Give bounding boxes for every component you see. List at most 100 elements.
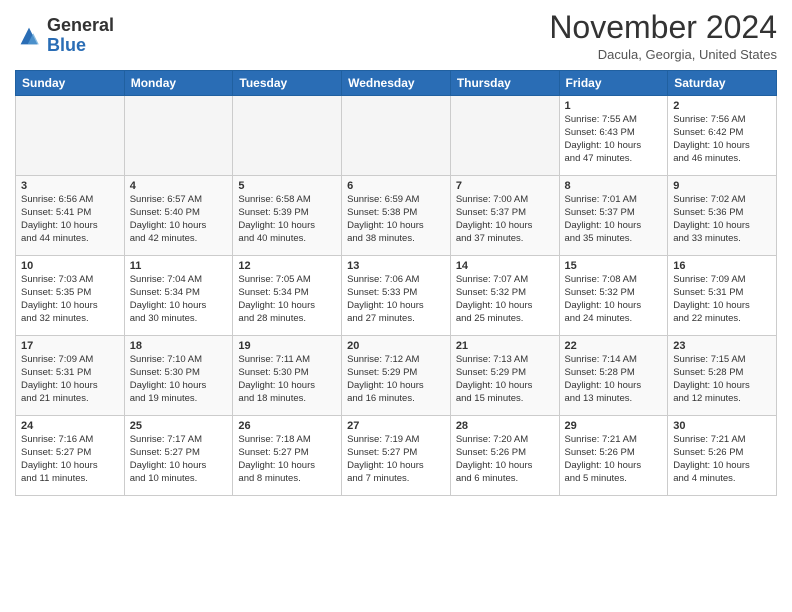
day-cell-1: 1Sunrise: 7:55 AM Sunset: 6:43 PM Daylig… [559, 96, 668, 176]
day-number: 16 [673, 260, 771, 272]
day-number: 15 [565, 260, 663, 272]
day-cell-20: 20Sunrise: 7:12 AM Sunset: 5:29 PM Dayli… [342, 336, 451, 416]
day-cell-12: 12 Sunrise: 7:05 AM Sunset: 5:34 PM Dayli… [233, 256, 342, 336]
day-number: 1 [565, 100, 663, 112]
day-cell-23: 23Sunrise: 7:15 AM Sunset: 5:28 PM Dayli… [668, 336, 777, 416]
location: Dacula, Georgia, United States [549, 47, 777, 62]
day-number: 11 [130, 260, 228, 272]
week-row-4: 17 Sunrise: 7:09 AM Sunset: 5:31 PM Dayli… [16, 336, 777, 416]
day-number: 5 [238, 180, 336, 192]
day-info: Sunrise: 7:13 AM Sunset: 5:29 PM Dayligh… [456, 354, 554, 405]
day-number: 26 [238, 420, 336, 432]
logo-general: General [47, 15, 114, 35]
day-info: Sunrise: 7:04 AM Sunset: 5:34 PM Dayligh… [130, 274, 228, 325]
day-cell-22: 22Sunrise: 7:14 AM Sunset: 5:28 PM Dayli… [559, 336, 668, 416]
day-info: Sunrise: 7:21 AM Sunset: 5:26 PM Dayligh… [673, 434, 771, 485]
day-cell-6: 6 Sunrise: 6:59 AM Sunset: 5:38 PM Daylig… [342, 176, 451, 256]
day-cell-21: 21 Sunrise: 7:13 AM Sunset: 5:29 PM Dayli… [450, 336, 559, 416]
day-info: Sunrise: 7:21 AM Sunset: 5:26 PM Dayligh… [565, 434, 663, 485]
weekday-wednesday: Wednesday [342, 71, 451, 96]
day-number: 6 [347, 180, 445, 192]
weekday-header-row: SundayMondayTuesdayWednesdayThursdayFrid… [16, 71, 777, 96]
day-number: 13 [347, 260, 445, 272]
day-cell-18: 18 Sunrise: 7:10 AM Sunset: 5:30 PM Dayli… [124, 336, 233, 416]
day-number: 17 [21, 340, 119, 352]
day-cell-7: 7Sunrise: 7:00 AM Sunset: 5:37 PM Daylig… [450, 176, 559, 256]
day-cell-5: 5Sunrise: 6:58 AM Sunset: 5:39 PM Daylig… [233, 176, 342, 256]
day-info: Sunrise: 7:03 AM Sunset: 5:35 PM Dayligh… [21, 274, 119, 325]
day-info: Sunrise: 7:20 AM Sunset: 5:26 PM Dayligh… [456, 434, 554, 485]
logo-blue: Blue [47, 35, 86, 55]
day-info: Sunrise: 7:05 AM Sunset: 5:34 PM Dayligh… [238, 274, 336, 325]
day-cell-8: 8 Sunrise: 7:01 AM Sunset: 5:37 PM Daylig… [559, 176, 668, 256]
day-info: Sunrise: 7:02 AM Sunset: 5:36 PM Dayligh… [673, 194, 771, 245]
day-number: 14 [456, 260, 554, 272]
day-cell-10: 10 Sunrise: 7:03 AM Sunset: 5:35 PM Dayli… [16, 256, 125, 336]
empty-cell [233, 96, 342, 176]
day-info: Sunrise: 7:10 AM Sunset: 5:30 PM Dayligh… [130, 354, 228, 405]
week-row-2: 3 Sunrise: 6:56 AM Sunset: 5:41 PM Daylig… [16, 176, 777, 256]
day-cell-13: 13 Sunrise: 7:06 AM Sunset: 5:33 PM Dayli… [342, 256, 451, 336]
day-number: 2 [673, 100, 771, 112]
day-number: 29 [565, 420, 663, 432]
day-info: Sunrise: 6:56 AM Sunset: 5:41 PM Dayligh… [21, 194, 119, 245]
day-info: Sunrise: 7:01 AM Sunset: 5:37 PM Dayligh… [565, 194, 663, 245]
header: General Blue November 2024 Dacula, Georg… [15, 10, 777, 62]
logo: General Blue [15, 16, 114, 56]
month-title: November 2024 [549, 10, 777, 45]
day-info: Sunrise: 6:57 AM Sunset: 5:40 PM Dayligh… [130, 194, 228, 245]
day-cell-19: 19 Sunrise: 7:11 AM Sunset: 5:30 PM Dayli… [233, 336, 342, 416]
page: General Blue November 2024 Dacula, Georg… [0, 0, 792, 612]
day-info: Sunrise: 7:08 AM Sunset: 5:32 PM Dayligh… [565, 274, 663, 325]
logo-text: General Blue [47, 16, 114, 56]
day-info: Sunrise: 7:09 AM Sunset: 5:31 PM Dayligh… [21, 354, 119, 405]
day-info: Sunrise: 7:19 AM Sunset: 5:27 PM Dayligh… [347, 434, 445, 485]
day-number: 10 [21, 260, 119, 272]
day-cell-27: 27 Sunrise: 7:19 AM Sunset: 5:27 PM Dayli… [342, 416, 451, 496]
day-info: Sunrise: 7:12 AM Sunset: 5:29 PM Dayligh… [347, 354, 445, 405]
day-info: Sunrise: 7:09 AM Sunset: 5:31 PM Dayligh… [673, 274, 771, 325]
day-number: 27 [347, 420, 445, 432]
day-cell-15: 15 Sunrise: 7:08 AM Sunset: 5:32 PM Dayli… [559, 256, 668, 336]
weekday-friday: Friday [559, 71, 668, 96]
day-number: 21 [456, 340, 554, 352]
day-number: 12 [238, 260, 336, 272]
day-cell-11: 11 Sunrise: 7:04 AM Sunset: 5:34 PM Dayli… [124, 256, 233, 336]
day-cell-24: 24 Sunrise: 7:16 AM Sunset: 5:27 PM Dayli… [16, 416, 125, 496]
day-number: 30 [673, 420, 771, 432]
day-info: Sunrise: 7:18 AM Sunset: 5:27 PM Dayligh… [238, 434, 336, 485]
empty-cell [450, 96, 559, 176]
logo-icon [15, 22, 43, 50]
day-number: 8 [565, 180, 663, 192]
day-info: Sunrise: 7:00 AM Sunset: 5:37 PM Dayligh… [456, 194, 554, 245]
day-number: 3 [21, 180, 119, 192]
day-info: Sunrise: 7:17 AM Sunset: 5:27 PM Dayligh… [130, 434, 228, 485]
day-cell-9: 9Sunrise: 7:02 AM Sunset: 5:36 PM Daylig… [668, 176, 777, 256]
day-cell-4: 4Sunrise: 6:57 AM Sunset: 5:40 PM Daylig… [124, 176, 233, 256]
day-info: Sunrise: 7:06 AM Sunset: 5:33 PM Dayligh… [347, 274, 445, 325]
day-number: 19 [238, 340, 336, 352]
empty-cell [16, 96, 125, 176]
day-number: 18 [130, 340, 228, 352]
week-row-1: 1Sunrise: 7:55 AM Sunset: 6:43 PM Daylig… [16, 96, 777, 176]
day-cell-14: 14Sunrise: 7:07 AM Sunset: 5:32 PM Dayli… [450, 256, 559, 336]
day-cell-25: 25Sunrise: 7:17 AM Sunset: 5:27 PM Dayli… [124, 416, 233, 496]
title-block: November 2024 Dacula, Georgia, United St… [549, 10, 777, 62]
day-info: Sunrise: 6:59 AM Sunset: 5:38 PM Dayligh… [347, 194, 445, 245]
day-cell-17: 17 Sunrise: 7:09 AM Sunset: 5:31 PM Dayli… [16, 336, 125, 416]
day-info: Sunrise: 7:11 AM Sunset: 5:30 PM Dayligh… [238, 354, 336, 405]
day-info: Sunrise: 7:15 AM Sunset: 5:28 PM Dayligh… [673, 354, 771, 405]
empty-cell [124, 96, 233, 176]
day-number: 22 [565, 340, 663, 352]
day-cell-16: 16 Sunrise: 7:09 AM Sunset: 5:31 PM Dayli… [668, 256, 777, 336]
day-cell-29: 29 Sunrise: 7:21 AM Sunset: 5:26 PM Dayli… [559, 416, 668, 496]
day-cell-28: 28Sunrise: 7:20 AM Sunset: 5:26 PM Dayli… [450, 416, 559, 496]
weekday-saturday: Saturday [668, 71, 777, 96]
day-cell-26: 26 Sunrise: 7:18 AM Sunset: 5:27 PM Dayli… [233, 416, 342, 496]
day-info: Sunrise: 7:16 AM Sunset: 5:27 PM Dayligh… [21, 434, 119, 485]
weekday-sunday: Sunday [16, 71, 125, 96]
day-cell-30: 30 Sunrise: 7:21 AM Sunset: 5:26 PM Dayli… [668, 416, 777, 496]
day-info: Sunrise: 7:56 AM Sunset: 6:42 PM Dayligh… [673, 114, 771, 165]
week-row-3: 10 Sunrise: 7:03 AM Sunset: 5:35 PM Dayli… [16, 256, 777, 336]
day-number: 24 [21, 420, 119, 432]
